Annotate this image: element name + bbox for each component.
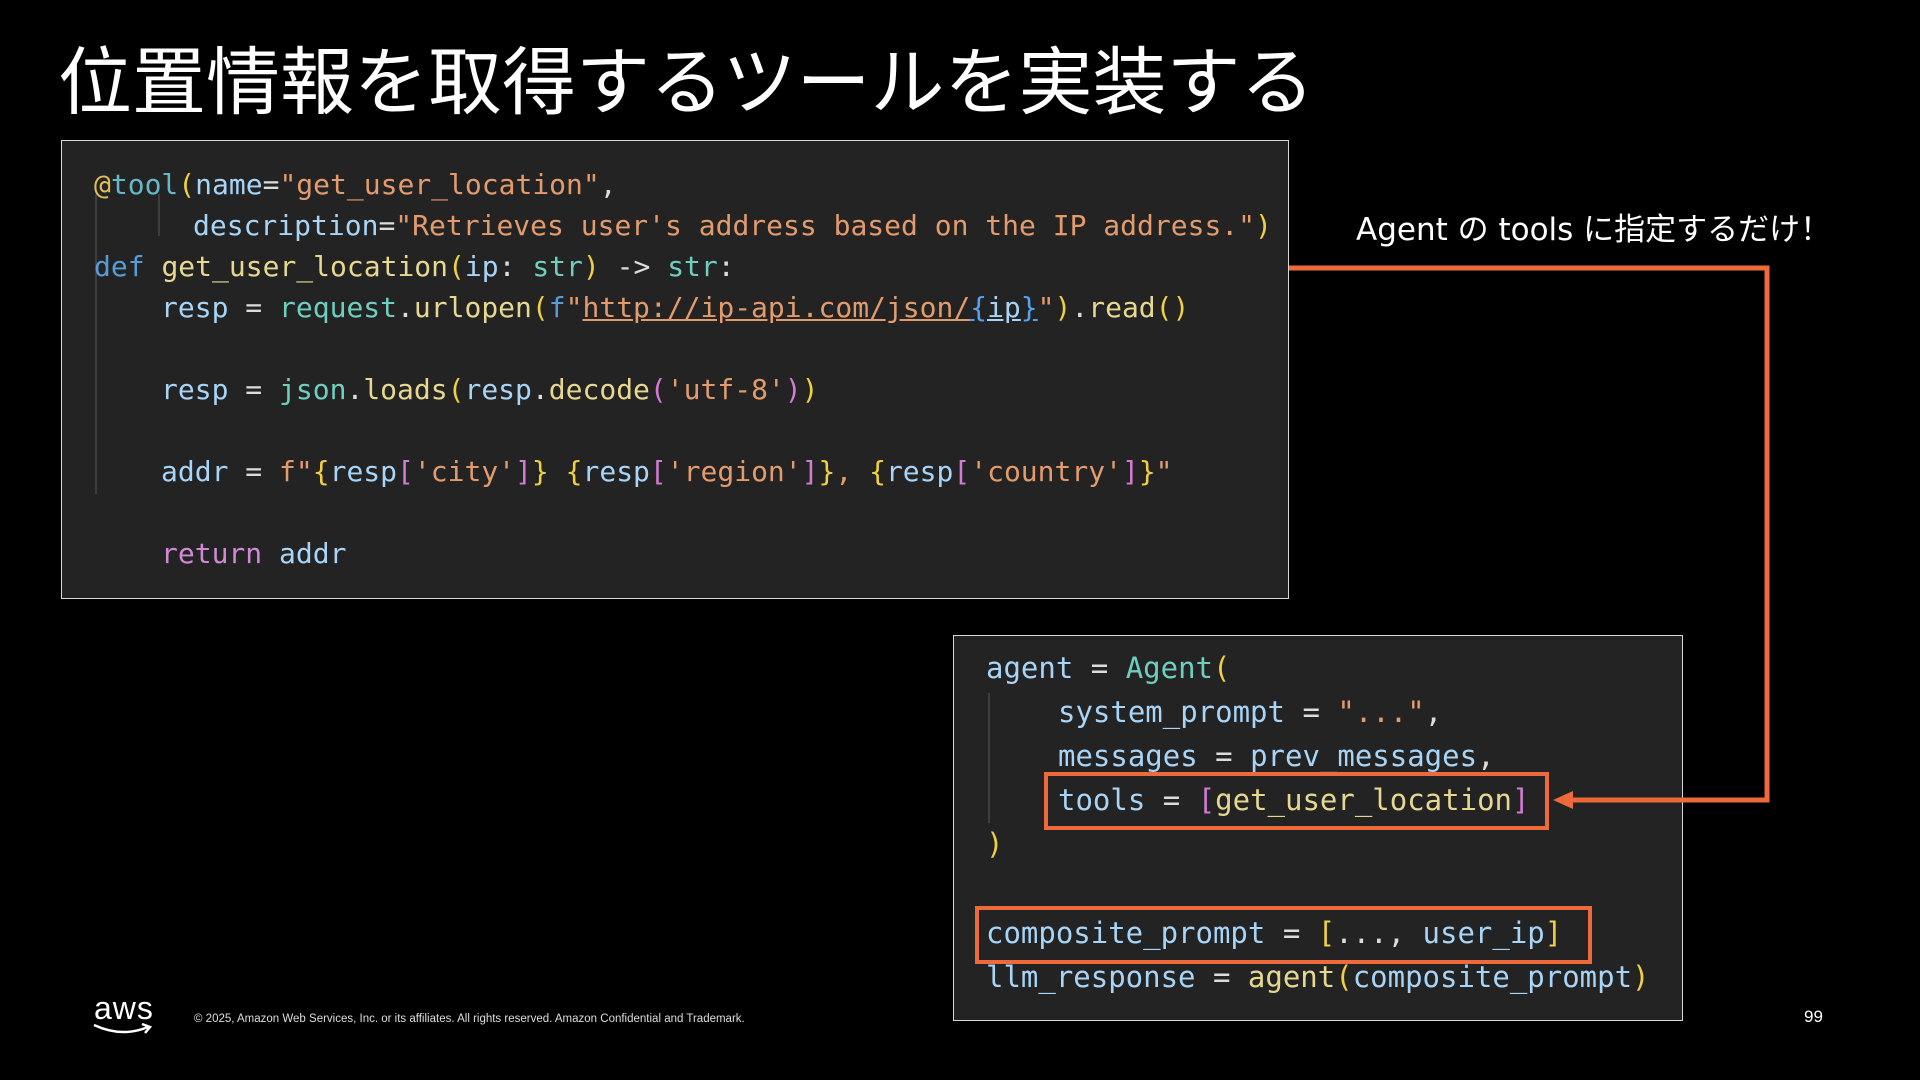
connector-arrow — [1289, 265, 1770, 809]
arrowhead-icon — [1553, 791, 1573, 809]
copyright-text: © 2025, Amazon Web Services, Inc. or its… — [194, 1013, 745, 1025]
connector-line — [1289, 265, 1770, 803]
aws-smile-icon — [93, 1022, 153, 1034]
page-number: 99 — [1804, 1007, 1823, 1026]
callout-note: Agent の tools に指定するだけ！ — [1356, 212, 1832, 248]
